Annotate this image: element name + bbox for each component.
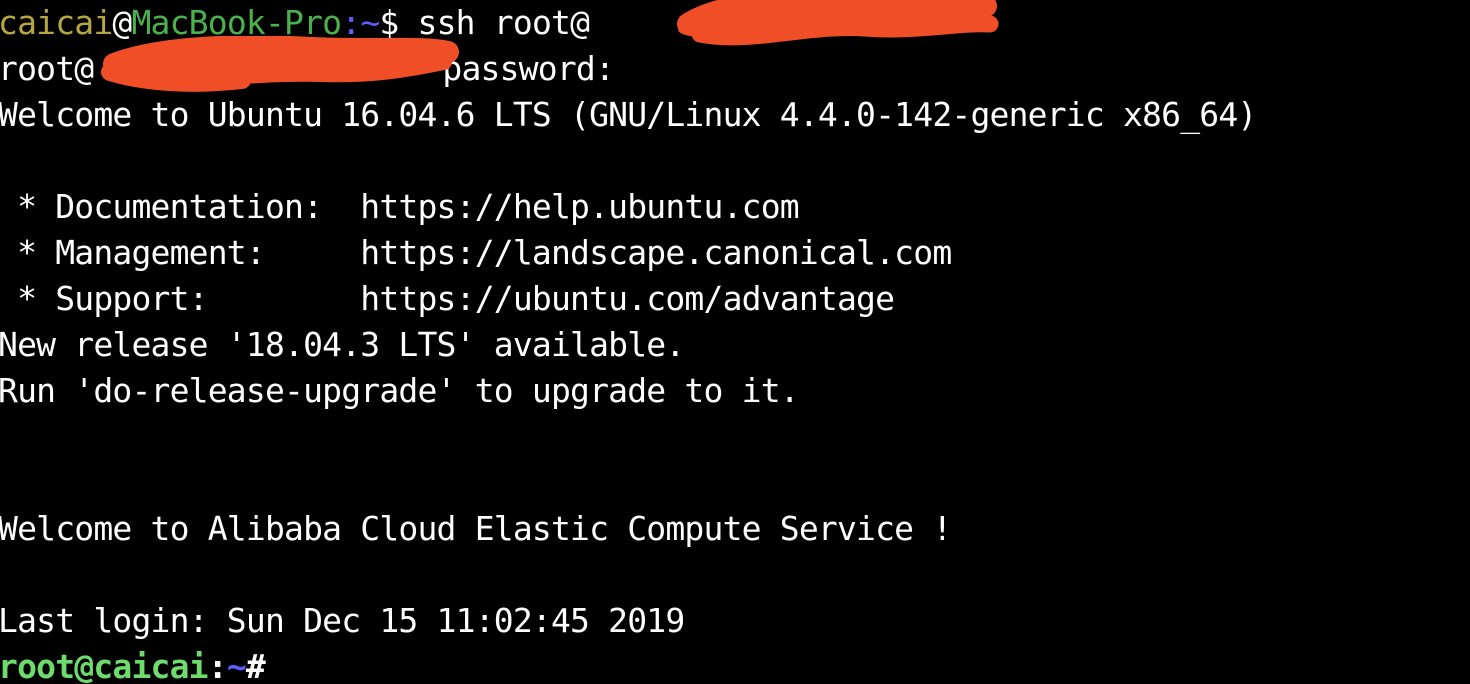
terminal-window[interactable]: caicai@MacBook-Pro:~$ ssh root@ root@ pa… xyxy=(0,0,1470,684)
terminal-line-do-release-upgrade: Run 'do-release-upgrade' to upgrade to i… xyxy=(0,371,800,410)
remote-user-host: root@caicai xyxy=(0,647,209,684)
local-hostname: MacBook-Pro xyxy=(131,3,342,42)
terminal-line-ubuntu-welcome: Welcome to Ubuntu 16.04.6 LTS (GNU/Linux… xyxy=(0,95,1257,134)
terminal-line-support: * Support: https://ubuntu.com/advantage xyxy=(0,279,895,318)
password-label: password: xyxy=(423,49,615,88)
terminal-line-password-prompt: root@ password: xyxy=(0,46,615,91)
terminal-line-root-prompt: root@caicai:~# xyxy=(0,644,266,684)
prompt-colon: : xyxy=(341,3,361,42)
remote-user-prefix: root@ xyxy=(0,49,94,88)
ssh-command-text: ssh root@ xyxy=(398,3,590,42)
terminal-line-alibaba-welcome: Welcome to Alibaba Cloud Elastic Compute… xyxy=(0,509,952,548)
root-prompt-colon: : xyxy=(207,647,228,684)
redaction-scribble-host xyxy=(660,0,1000,56)
terminal-line-ssh-command: caicai@MacBook-Pro:~$ ssh root@ xyxy=(0,0,590,45)
prompt-dollar: $ xyxy=(379,3,399,42)
prompt-tilde: ~ xyxy=(360,3,380,42)
root-prompt-hash: # xyxy=(245,647,266,684)
at-symbol: @ xyxy=(112,3,132,42)
local-username: caicai xyxy=(0,3,113,42)
terminal-line-new-release: New release '18.04.3 LTS' available. xyxy=(0,325,685,364)
terminal-line-last-login: Last login: Sun Dec 15 11:02:45 2019 xyxy=(0,601,685,640)
terminal-line-documentation: * Documentation: https://help.ubuntu.com xyxy=(0,187,800,226)
root-prompt-tilde: ~ xyxy=(226,647,247,684)
terminal-line-management: * Management: https://landscape.canonica… xyxy=(0,233,952,272)
